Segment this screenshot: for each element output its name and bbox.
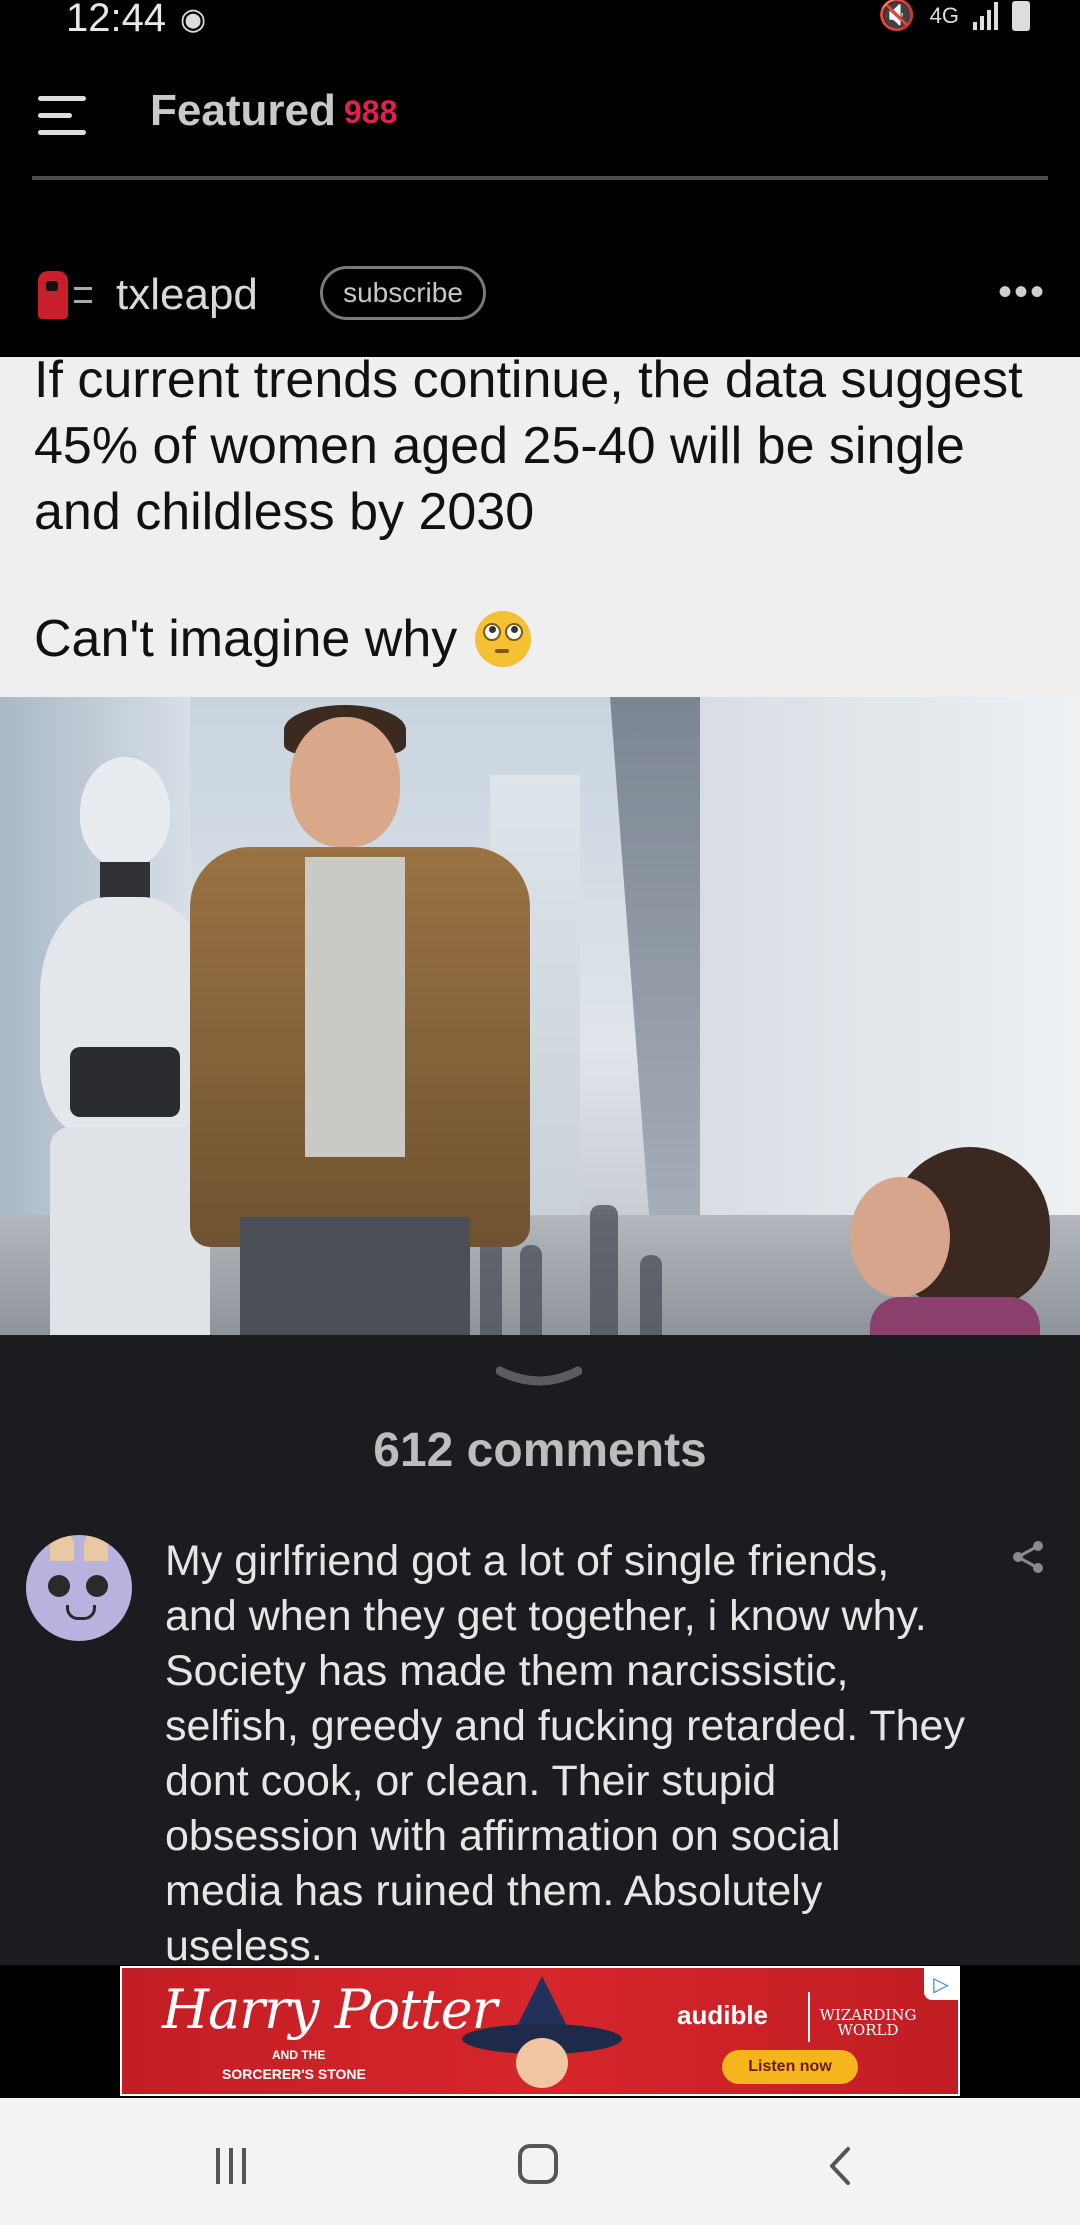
comment-text: My girlfriend got a lot of single friend… — [165, 1537, 965, 1970]
comments-section: 612 comments My girlfriend got a lot of … — [0, 1335, 1080, 1970]
battery-icon — [1012, 0, 1030, 31]
more-options-icon[interactable]: ••• — [998, 270, 1046, 315]
home-icon[interactable] — [518, 2144, 558, 2184]
post-caption: If current trends continue, the data sug… — [34, 357, 1023, 541]
system-nav-bar — [0, 2098, 1080, 2225]
back-icon[interactable] — [828, 2146, 852, 2186]
ad-brand-logo: audible — [677, 2000, 769, 2030]
ad-container: Harry Potter AND THE SORCERER'S STONE au… — [0, 1966, 1080, 2098]
mute-icon: 🔇 — [878, 0, 916, 32]
ad-cta-button[interactable]: Listen now — [722, 2050, 858, 2084]
comments-count: 612 comments — [373, 1424, 707, 1477]
subscribe-button[interactable]: subscribe — [320, 266, 486, 320]
menu-icon[interactable] — [38, 96, 86, 136]
post-image-illustration[interactable] — [0, 697, 1080, 1335]
adchoices-icon[interactable]: ▷ — [924, 1968, 958, 2000]
status-time: 12:44 — [66, 0, 167, 40]
eye-icon: ◉ — [180, 3, 207, 36]
post-aside: Can't imagine why — [34, 609, 532, 669]
post-image-text[interactable]: If current trends continue, the data sug… — [0, 357, 1080, 697]
ad-divider — [808, 1992, 810, 2042]
author-name[interactable]: txleapd — [116, 270, 258, 320]
network-label: 4G — [929, 2, 959, 28]
post-author-row: txleapd subscribe ••• — [0, 250, 1080, 355]
signal-icon — [973, 1, 998, 30]
chevron-down-icon[interactable] — [496, 1365, 582, 1395]
man-figure — [180, 697, 540, 1335]
post-aside-text: Can't imagine why — [34, 610, 458, 668]
ad-subtitle: SORCERER'S STONE — [222, 2066, 366, 2082]
woman-figure — [830, 1147, 1050, 1335]
recent-apps-icon[interactable] — [216, 2148, 256, 2184]
featured-count-badge: 988 — [344, 94, 398, 130]
status-bar: 12:44 ◉ 🔇 4G — [0, 0, 1080, 40]
share-icon[interactable] — [1010, 1539, 1046, 1575]
ad-wizard-image — [462, 1976, 622, 2094]
ad-title: Harry Potter — [162, 1978, 497, 2041]
ad-subtitle-and-the: AND THE — [272, 2048, 326, 2062]
ad-partner-logo: WIZARDING WORLD — [819, 2006, 917, 2039]
author-avatar[interactable] — [38, 267, 94, 323]
top-header: Featured 988 — [0, 60, 1080, 180]
section-title[interactable]: Featured — [150, 86, 336, 136]
eye-roll-emoji-icon — [475, 611, 532, 667]
status-icons: 🔇 4G — [878, 0, 1030, 33]
commenter-avatar[interactable] — [26, 1535, 132, 1641]
header-divider — [32, 176, 1048, 180]
ad-banner[interactable]: Harry Potter AND THE SORCERER'S STONE au… — [120, 1966, 960, 2096]
